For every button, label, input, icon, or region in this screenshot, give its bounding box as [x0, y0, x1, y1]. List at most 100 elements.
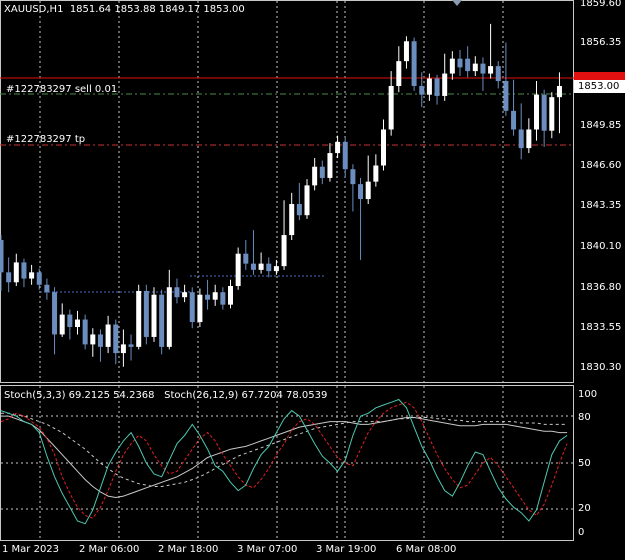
candle-bull — [472, 63, 478, 72]
osc-level: 80 — [578, 412, 591, 423]
stop-price-marker — [574, 72, 625, 80]
candle-bull — [182, 292, 188, 298]
price-tick: 1856.35 — [580, 37, 622, 48]
candle-bear — [495, 66, 501, 82]
candle-bull — [327, 153, 333, 178]
osc-level: 50 — [578, 458, 591, 469]
candle-bull — [13, 262, 19, 283]
candle-bull — [151, 294, 157, 337]
candle-bear — [143, 290, 149, 337]
candle-bull — [442, 73, 448, 96]
candle-bear — [419, 85, 425, 95]
candle-bear — [250, 263, 256, 270]
candle-bear — [480, 63, 486, 74]
candle-bull — [403, 41, 409, 62]
price-tick: 1830.30 — [580, 362, 622, 373]
candle-bear — [511, 110, 517, 130]
candle-bull — [235, 253, 241, 287]
price-tick: 1843.35 — [580, 200, 622, 211]
candle-bull — [556, 85, 562, 98]
time-tick: 2 Mar 06:00 — [79, 544, 140, 555]
chart-shift-marker-icon[interactable] — [452, 0, 462, 6]
candle-bear — [358, 184, 364, 200]
price-tick: 1840.10 — [580, 241, 622, 252]
stoch-slow-values: Stoch(26,12,9) 67.7204 78.0539 — [164, 390, 328, 401]
osc-level: 100 — [578, 389, 598, 400]
osc-level: 20 — [578, 503, 591, 514]
candle-bear — [319, 166, 325, 178]
candle-bull — [29, 272, 35, 279]
candle-bull — [90, 334, 96, 345]
candle-bull — [281, 235, 287, 267]
candle-bear — [266, 263, 272, 272]
candle-bear — [159, 294, 165, 347]
candle-bear — [342, 141, 348, 170]
price-tick: 1849.85 — [580, 120, 622, 131]
candle-bear — [113, 324, 119, 354]
candle-bull — [488, 66, 494, 74]
candle-bear — [503, 81, 509, 111]
candle-bear — [52, 292, 58, 335]
candle-bear — [189, 292, 195, 323]
time-tick: 3 Mar 07:00 — [237, 544, 298, 555]
candle-bear — [205, 294, 211, 300]
price-tick: 1846.60 — [580, 160, 622, 171]
chart-symbol-title: XAUUSD,H1 1851.64 1853.88 1849.17 1853.0… — [4, 4, 245, 16]
candle-bull — [312, 166, 318, 186]
candle-bull — [549, 97, 555, 131]
candle-bull — [534, 94, 539, 130]
candle-bear — [128, 344, 134, 347]
osc-level: 0 — [578, 527, 585, 538]
time-tick: 6 Mar 08:00 — [396, 544, 457, 555]
sell-order-label: #122783297 sell 0.01 — [6, 84, 118, 95]
candle-bull — [75, 319, 80, 328]
time-tick: 1 Mar 2023 — [2, 544, 60, 555]
candle-bear — [44, 284, 50, 293]
candle-bull — [120, 344, 126, 354]
stoch-slow-main-line — [1, 415, 568, 499]
candle-bull — [59, 314, 65, 335]
symbol-label: XAUUSD,H1 — [4, 4, 64, 15]
candle-bear — [220, 292, 226, 305]
candle-bull — [289, 204, 295, 236]
candle-bear — [457, 58, 463, 68]
ohlc-values: 1851.64 1853.88 1849.17 1853.00 — [69, 4, 245, 15]
candle-bull — [212, 292, 218, 300]
stoch-fast-values: Stoch(5,3,3) 69.2125 54.2368 — [4, 390, 155, 401]
candle-bull — [273, 266, 279, 272]
candle-bear — [0, 240, 4, 273]
candle-bear — [174, 287, 180, 298]
candle-bear — [97, 334, 103, 347]
candle-bear — [296, 204, 302, 216]
candle-bear — [36, 272, 42, 285]
candle-bull — [526, 129, 532, 149]
candle-bull — [136, 290, 142, 347]
tp-order-label: #122783297 tp — [6, 134, 86, 145]
candle-bear — [541, 94, 547, 131]
candle-bear — [6, 272, 12, 283]
candle-bull — [426, 78, 432, 95]
candle-bear — [82, 319, 88, 345]
candle-bull — [304, 185, 310, 216]
candle-bear — [21, 262, 27, 279]
candle-bull — [373, 165, 379, 182]
price-tick: 1859.60 — [580, 0, 622, 9]
candle-bull — [197, 294, 203, 323]
candle-bear — [434, 78, 440, 96]
price-tick: 1836.80 — [580, 282, 622, 293]
candle-bear — [465, 58, 471, 72]
time-tick: 3 Mar 19:00 — [316, 544, 377, 555]
candle-bull — [258, 263, 264, 270]
candle-bull — [166, 287, 172, 347]
candle-bear — [518, 129, 524, 149]
candle-bear — [411, 41, 417, 86]
candle-bull — [388, 85, 394, 130]
price-tick: 1833.55 — [580, 322, 622, 333]
indicator-title: Stoch(5,3,3) 69.2125 54.2368 Stoch(26,12… — [4, 390, 327, 402]
candle-bull — [105, 324, 111, 347]
candle-bull — [449, 58, 455, 74]
candle-bull — [228, 286, 233, 305]
candle-bear — [243, 253, 249, 264]
candle-bull — [365, 181, 371, 200]
candle-bear — [350, 169, 356, 185]
